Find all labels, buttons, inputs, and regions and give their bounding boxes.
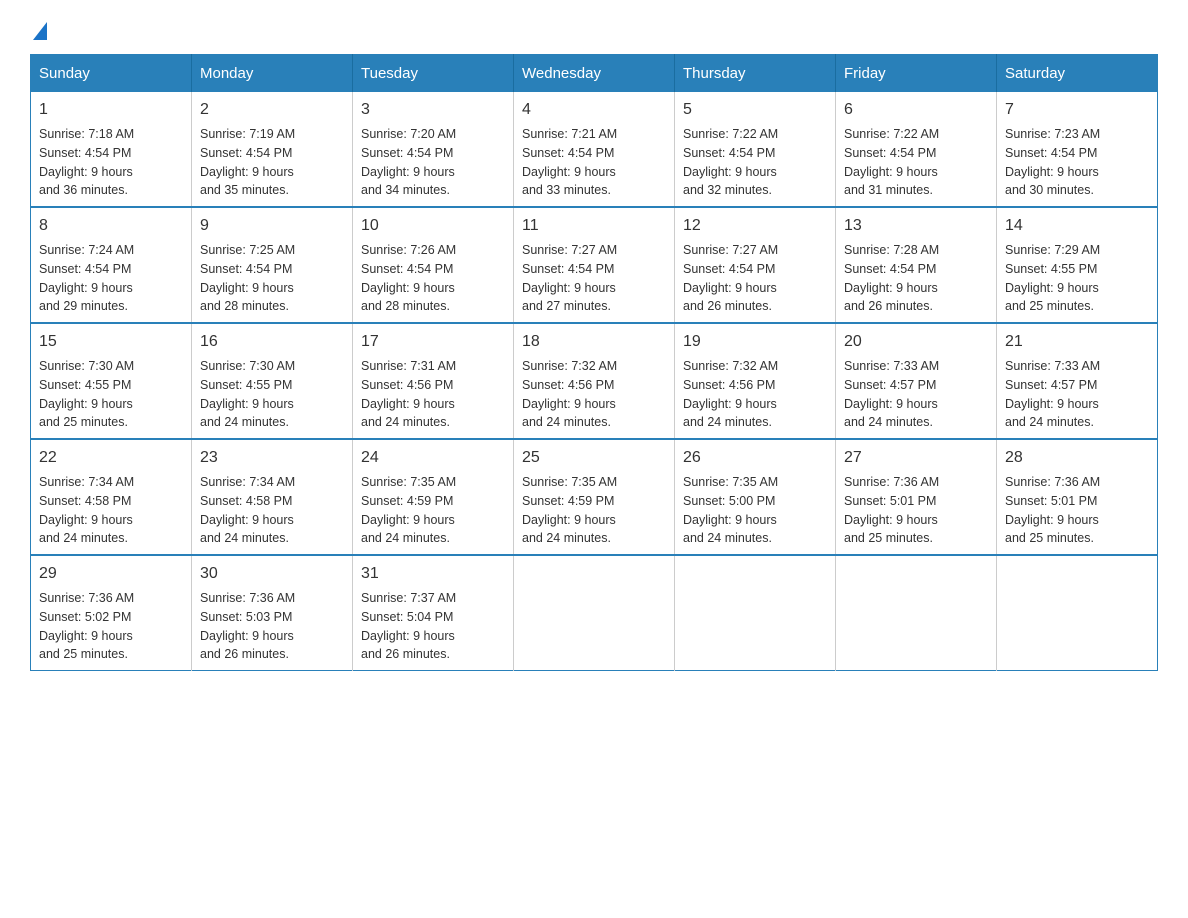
day-number: 4 — [522, 98, 666, 122]
day-cell: 24Sunrise: 7:35 AMSunset: 4:59 PMDayligh… — [353, 439, 514, 555]
day-number: 19 — [683, 330, 827, 354]
day-number: 9 — [200, 214, 344, 238]
day-number: 7 — [1005, 98, 1149, 122]
day-cell: 26Sunrise: 7:35 AMSunset: 5:00 PMDayligh… — [675, 439, 836, 555]
day-number: 15 — [39, 330, 183, 354]
day-number: 21 — [1005, 330, 1149, 354]
day-cell: 31Sunrise: 7:37 AMSunset: 5:04 PMDayligh… — [353, 555, 514, 671]
day-number: 14 — [1005, 214, 1149, 238]
day-number: 11 — [522, 214, 666, 238]
day-number: 22 — [39, 446, 183, 470]
day-number: 28 — [1005, 446, 1149, 470]
header-cell-wednesday: Wednesday — [514, 55, 675, 93]
week-row-1: 1Sunrise: 7:18 AMSunset: 4:54 PMDaylight… — [31, 92, 1158, 207]
day-cell — [514, 555, 675, 671]
day-cell: 21Sunrise: 7:33 AMSunset: 4:57 PMDayligh… — [997, 323, 1158, 439]
day-cell: 18Sunrise: 7:32 AMSunset: 4:56 PMDayligh… — [514, 323, 675, 439]
day-cell: 14Sunrise: 7:29 AMSunset: 4:55 PMDayligh… — [997, 207, 1158, 323]
week-row-4: 22Sunrise: 7:34 AMSunset: 4:58 PMDayligh… — [31, 439, 1158, 555]
day-number: 30 — [200, 562, 344, 586]
day-number: 26 — [683, 446, 827, 470]
day-cell: 11Sunrise: 7:27 AMSunset: 4:54 PMDayligh… — [514, 207, 675, 323]
day-number: 25 — [522, 446, 666, 470]
header-cell-friday: Friday — [836, 55, 997, 93]
day-cell: 12Sunrise: 7:27 AMSunset: 4:54 PMDayligh… — [675, 207, 836, 323]
day-cell: 29Sunrise: 7:36 AMSunset: 5:02 PMDayligh… — [31, 555, 192, 671]
day-cell: 4Sunrise: 7:21 AMSunset: 4:54 PMDaylight… — [514, 92, 675, 207]
day-number: 12 — [683, 214, 827, 238]
day-cell: 16Sunrise: 7:30 AMSunset: 4:55 PMDayligh… — [192, 323, 353, 439]
day-number: 2 — [200, 98, 344, 122]
day-cell: 28Sunrise: 7:36 AMSunset: 5:01 PMDayligh… — [997, 439, 1158, 555]
day-cell — [997, 555, 1158, 671]
day-cell: 2Sunrise: 7:19 AMSunset: 4:54 PMDaylight… — [192, 92, 353, 207]
day-number: 10 — [361, 214, 505, 238]
day-cell: 30Sunrise: 7:36 AMSunset: 5:03 PMDayligh… — [192, 555, 353, 671]
logo-triangle-icon — [33, 22, 47, 40]
header-cell-saturday: Saturday — [997, 55, 1158, 93]
day-cell: 27Sunrise: 7:36 AMSunset: 5:01 PMDayligh… — [836, 439, 997, 555]
header-cell-monday: Monday — [192, 55, 353, 93]
day-number: 17 — [361, 330, 505, 354]
day-number: 16 — [200, 330, 344, 354]
day-number: 5 — [683, 98, 827, 122]
day-cell: 22Sunrise: 7:34 AMSunset: 4:58 PMDayligh… — [31, 439, 192, 555]
header-cell-tuesday: Tuesday — [353, 55, 514, 93]
week-row-3: 15Sunrise: 7:30 AMSunset: 4:55 PMDayligh… — [31, 323, 1158, 439]
day-number: 20 — [844, 330, 988, 354]
day-number: 13 — [844, 214, 988, 238]
week-row-2: 8Sunrise: 7:24 AMSunset: 4:54 PMDaylight… — [31, 207, 1158, 323]
day-cell: 7Sunrise: 7:23 AMSunset: 4:54 PMDaylight… — [997, 92, 1158, 207]
calendar-table: SundayMondayTuesdayWednesdayThursdayFrid… — [30, 54, 1158, 671]
logo — [30, 20, 47, 34]
day-number: 31 — [361, 562, 505, 586]
day-number: 27 — [844, 446, 988, 470]
day-cell: 20Sunrise: 7:33 AMSunset: 4:57 PMDayligh… — [836, 323, 997, 439]
header-cell-thursday: Thursday — [675, 55, 836, 93]
day-cell: 3Sunrise: 7:20 AMSunset: 4:54 PMDaylight… — [353, 92, 514, 207]
day-number: 3 — [361, 98, 505, 122]
day-cell: 8Sunrise: 7:24 AMSunset: 4:54 PMDaylight… — [31, 207, 192, 323]
day-number: 24 — [361, 446, 505, 470]
day-cell — [836, 555, 997, 671]
header-row: SundayMondayTuesdayWednesdayThursdayFrid… — [31, 55, 1158, 93]
header-cell-sunday: Sunday — [31, 55, 192, 93]
day-number: 8 — [39, 214, 183, 238]
day-cell: 23Sunrise: 7:34 AMSunset: 4:58 PMDayligh… — [192, 439, 353, 555]
week-row-5: 29Sunrise: 7:36 AMSunset: 5:02 PMDayligh… — [31, 555, 1158, 671]
day-cell: 6Sunrise: 7:22 AMSunset: 4:54 PMDaylight… — [836, 92, 997, 207]
page-header — [30, 20, 1158, 34]
day-number: 29 — [39, 562, 183, 586]
day-cell: 1Sunrise: 7:18 AMSunset: 4:54 PMDaylight… — [31, 92, 192, 207]
day-cell — [675, 555, 836, 671]
day-cell: 5Sunrise: 7:22 AMSunset: 4:54 PMDaylight… — [675, 92, 836, 207]
day-cell: 25Sunrise: 7:35 AMSunset: 4:59 PMDayligh… — [514, 439, 675, 555]
day-cell: 17Sunrise: 7:31 AMSunset: 4:56 PMDayligh… — [353, 323, 514, 439]
day-cell: 19Sunrise: 7:32 AMSunset: 4:56 PMDayligh… — [675, 323, 836, 439]
day-cell: 13Sunrise: 7:28 AMSunset: 4:54 PMDayligh… — [836, 207, 997, 323]
day-cell: 15Sunrise: 7:30 AMSunset: 4:55 PMDayligh… — [31, 323, 192, 439]
day-number: 18 — [522, 330, 666, 354]
day-number: 1 — [39, 98, 183, 122]
day-number: 23 — [200, 446, 344, 470]
day-cell: 10Sunrise: 7:26 AMSunset: 4:54 PMDayligh… — [353, 207, 514, 323]
day-cell: 9Sunrise: 7:25 AMSunset: 4:54 PMDaylight… — [192, 207, 353, 323]
day-number: 6 — [844, 98, 988, 122]
